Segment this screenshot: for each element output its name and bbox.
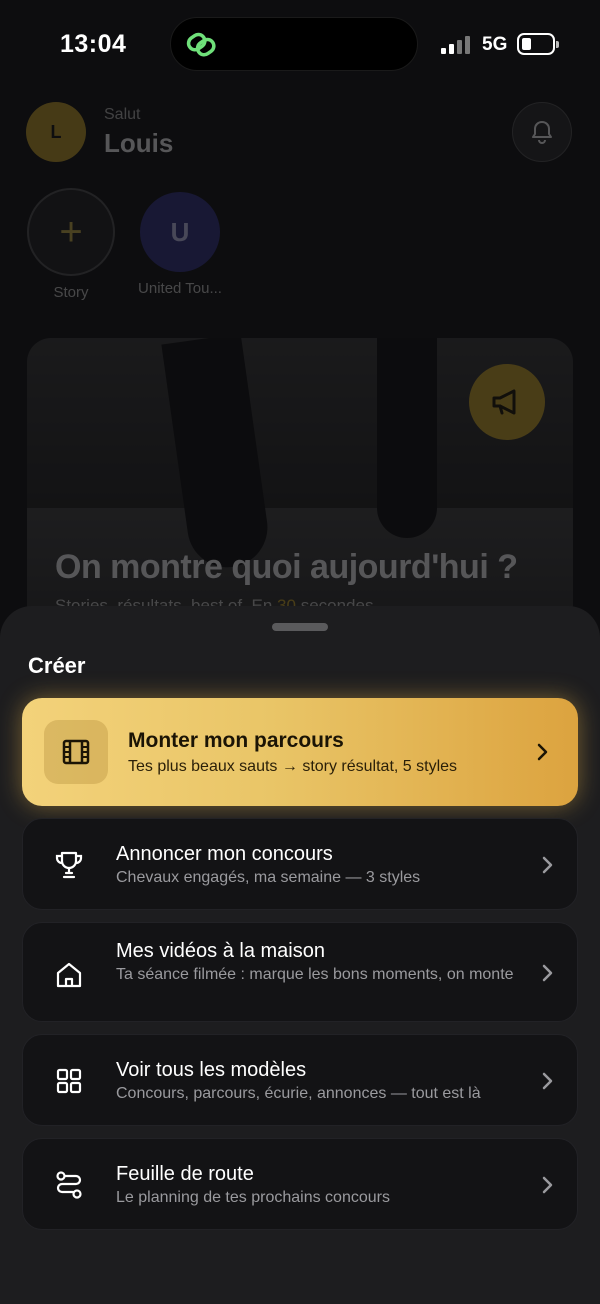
story-avatar: U <box>140 192 220 272</box>
card-title: Monter mon parcours <box>128 729 344 752</box>
chevron-right-icon <box>542 964 553 982</box>
story-united[interactable]: U United Tou... <box>136 188 224 297</box>
montage-parcours-card[interactable]: Monter mon parcours Tes plus beaux sauts… <box>22 698 578 806</box>
story-add[interactable]: + Story <box>27 188 115 301</box>
story-label: United Tou... <box>138 280 222 297</box>
tous-modeles-card[interactable]: Voir tous les modèles Concours, parcours… <box>22 1034 578 1126</box>
plus-icon: + <box>27 188 115 276</box>
film-icon <box>62 739 90 765</box>
card-subtitle: Tes plus beaux sauts → story résultat, 5… <box>128 758 458 775</box>
megaphone-button[interactable] <box>469 364 545 440</box>
status-time: 13:04 <box>60 30 127 58</box>
card-subtitle: Concours, parcours, écurie, annonces — t… <box>116 1085 481 1102</box>
status-bar: 13:04 5G <box>0 0 600 90</box>
chevron-right-icon <box>542 1176 553 1194</box>
home-icon <box>56 962 82 988</box>
hero-card[interactable]: On montre quoi aujourd'hui ? Stories, ré… <box>27 338 573 638</box>
signal-icon <box>441 36 473 54</box>
greeting: Salut <box>104 106 141 123</box>
battery-icon <box>517 33 559 55</box>
card-title: Feuille de route <box>116 1163 254 1185</box>
megaphone-icon <box>492 389 516 415</box>
chevron-right-icon <box>537 743 548 761</box>
bell-icon <box>532 121 552 144</box>
network-label: 5G <box>482 34 508 55</box>
chevron-right-icon <box>542 1072 553 1090</box>
create-sheet: Créer Monter mon parcours Tes plus beaux… <box>0 606 600 1304</box>
link-icon <box>186 32 216 57</box>
card-title: Annoncer mon concours <box>116 843 333 865</box>
annoncer-concours-card[interactable]: Annoncer mon concours Chevaux engagés, m… <box>22 818 578 910</box>
dynamic-island <box>170 17 418 71</box>
avatar[interactable]: L <box>26 102 86 162</box>
card-title: Voir tous les modèles <box>116 1059 307 1081</box>
trophy-icon <box>55 851 83 879</box>
card-title: Mes vidéos à la maison <box>116 940 325 962</box>
notifications-button[interactable] <box>512 102 572 162</box>
user-name: Louis <box>104 128 174 158</box>
hero-title: On montre quoi aujourd'hui ? <box>55 548 518 586</box>
sheet-title: Créer <box>28 653 86 678</box>
route-icon <box>56 1171 82 1199</box>
card-subtitle: Le planning de tes prochains concours <box>116 1189 390 1206</box>
chevron-right-icon <box>542 856 553 874</box>
sheet-grabber[interactable] <box>272 623 328 631</box>
videos-maison-card[interactable]: Mes vidéos à la maison Ta séance filmée … <box>22 922 578 1022</box>
story-label: Story <box>53 284 89 301</box>
card-subtitle: Chevaux engagés, ma semaine — 3 styles <box>116 869 421 886</box>
feuille-de-route-card[interactable]: Feuille de route Le planning de tes proc… <box>22 1138 578 1230</box>
grid-icon <box>56 1068 82 1094</box>
card-subtitle: Ta séance filmée : marque les bons momen… <box>116 966 514 983</box>
